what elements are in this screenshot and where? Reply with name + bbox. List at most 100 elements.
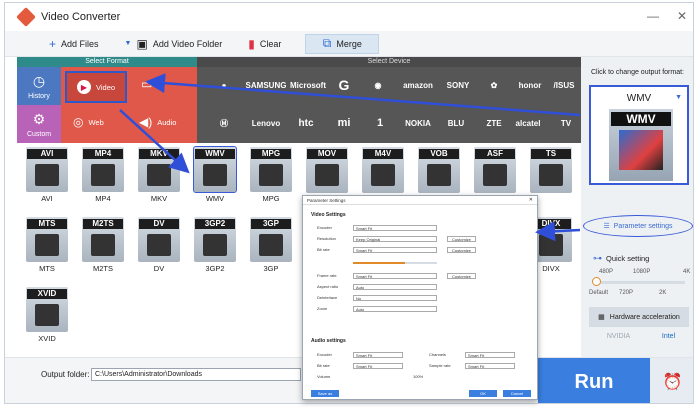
- quality-slider-handle[interactable]: [592, 277, 601, 286]
- dialog-row-samplerate: Sample rate Smart Fit: [429, 362, 533, 369]
- row-key: Sample rate: [429, 363, 451, 368]
- customize-button[interactable]: Customize: [447, 235, 476, 242]
- parameter-settings-dialog: Parameter Settings ✕ Video Settings Enco…: [302, 195, 538, 400]
- film-icon: [203, 164, 227, 186]
- format-ts-badge: TS: [531, 149, 571, 159]
- device-samsung[interactable]: SAMSUNG: [245, 75, 287, 95]
- dialog-row-audio-encoder: Encoder Smart Fit: [317, 351, 427, 358]
- row-select[interactable]: Smart Fit: [353, 362, 403, 369]
- add-files-button[interactable]: + Add Files: [39, 34, 109, 54]
- alarm-clock-icon[interactable]: ⏰: [650, 358, 693, 403]
- dialog-row-volume: Volume 100%: [317, 373, 427, 380]
- format-m2ts[interactable]: M2TS M2TS: [79, 217, 127, 273]
- dialog-close-button[interactable]: ✕: [529, 196, 533, 205]
- custom-tab[interactable]: ⚙ Custom: [17, 105, 61, 143]
- ok-button[interactable]: OK: [469, 390, 497, 397]
- format-mpg-badge: MPG: [251, 149, 291, 159]
- run-button[interactable]: Run: [538, 358, 650, 403]
- video-label: Video: [96, 82, 116, 92]
- row-select[interactable]: Smart Fit: [353, 351, 403, 358]
- format-m4v-badge: M4V: [363, 149, 403, 159]
- device-htc[interactable]: htc: [285, 113, 327, 133]
- device-oneplus[interactable]: 1: [359, 113, 401, 133]
- film-icon: [203, 234, 227, 256]
- film-icon: [259, 234, 283, 256]
- category-audio[interactable]: ◀) Audio: [139, 115, 176, 129]
- format-mpg[interactable]: MPG MPG: [247, 147, 295, 203]
- lg-logo-icon[interactable]: ◉: [357, 75, 399, 95]
- row-key: Deinterlace: [317, 295, 338, 300]
- row-select[interactable]: Auto: [353, 305, 437, 312]
- minimize-button[interactable]: —: [647, 9, 659, 23]
- format-mkv[interactable]: MKV MKV: [135, 147, 183, 203]
- plus-icon: +: [49, 36, 57, 51]
- hardware-acceleration-button[interactable]: ▦ Hardware acceleration: [589, 307, 689, 327]
- format-avi[interactable]: AVI AVI: [23, 147, 71, 203]
- row-select[interactable]: No: [353, 294, 437, 301]
- output-format-thumbnail: WMV: [609, 109, 673, 181]
- motorola-logo-icon[interactable]: Ⓜ: [203, 113, 245, 133]
- film-icon: [35, 304, 59, 326]
- audio-label: Audio: [157, 117, 177, 127]
- dropdown-arrow-icon: ▼: [124, 40, 132, 47]
- row-select[interactable]: Smart Fit: [353, 224, 437, 231]
- device-lenovo[interactable]: Lenovo: [245, 113, 287, 133]
- history-tab[interactable]: ◷ History: [17, 67, 61, 105]
- output-format-badge: WMV: [611, 112, 671, 126]
- quality-slider-track[interactable]: [595, 281, 685, 284]
- row-select[interactable]: Smart Fit: [353, 246, 437, 253]
- row-select[interactable]: Smart Fit: [353, 272, 437, 279]
- category-web[interactable]: ◎ Web: [73, 115, 104, 129]
- output-format-selector[interactable]: WMV ▼ WMV: [589, 85, 689, 185]
- row-select[interactable]: Smart Fit: [465, 351, 515, 358]
- row-select[interactable]: Auto: [353, 283, 437, 290]
- dialog-row-channels: Channels Smart Fit: [429, 351, 533, 358]
- film-icon: [427, 164, 451, 186]
- parameter-settings-button[interactable]: ☰ Parameter settings: [583, 215, 693, 237]
- dialog-row-resolution: Resolution Keep Original Customize: [317, 235, 531, 242]
- quick-setting-icon: ⊶: [593, 253, 602, 263]
- format-mts[interactable]: MTS MTS: [23, 217, 71, 273]
- row-key: Frame rate: [317, 273, 337, 278]
- device-asus[interactable]: /ISUS: [543, 75, 585, 95]
- toolbar: + Add Files ▼ ▣ Add Video Folder ▮ Clear…: [5, 31, 693, 57]
- device-blu[interactable]: BLU: [435, 113, 477, 133]
- clear-button[interactable]: ▮ Clear: [238, 34, 291, 54]
- customize-button[interactable]: Customize: [447, 272, 476, 279]
- quality-slider[interactable]: [353, 262, 437, 264]
- custom-label: Custom: [26, 130, 52, 138]
- format-m2ts-label: M2TS: [92, 264, 113, 273]
- row-key: Zoom: [317, 306, 328, 311]
- cancel-button[interactable]: Cancel: [503, 390, 531, 397]
- row-key: Bit rate: [317, 247, 330, 252]
- device-alcatel[interactable]: alcatel: [507, 113, 549, 133]
- add-folder-button[interactable]: ▼ ▣ Add Video Folder: [115, 34, 233, 54]
- merge-button[interactable]: ⧉ Merge: [305, 33, 380, 54]
- customize-button[interactable]: Customize: [447, 246, 476, 253]
- row-select[interactable]: Smart Fit: [465, 362, 515, 369]
- film-icon: [35, 164, 59, 186]
- device-amazon[interactable]: amazon: [397, 75, 439, 95]
- film-icon: [91, 234, 115, 256]
- format-mp4-label: MP4: [95, 194, 111, 203]
- output-panel: Click to change output format: WMV ▼ WMV…: [581, 57, 693, 357]
- row-key: Channels: [429, 352, 446, 357]
- parameter-settings-label: Parameter settings: [613, 222, 673, 230]
- apple-logo-icon[interactable]: ●: [203, 75, 245, 95]
- category-image[interactable]: ▭: [141, 77, 152, 91]
- category-video[interactable]: ▶ Video: [65, 71, 127, 103]
- row-select[interactable]: Keep Original: [353, 235, 437, 242]
- close-button[interactable]: ✕: [677, 9, 687, 23]
- format-dv[interactable]: DV DV: [135, 217, 183, 273]
- vendor-intel: Intel: [661, 333, 676, 340]
- format-wmv[interactable]: WMV WMV: [191, 146, 239, 203]
- device-nokia[interactable]: NOKIA: [397, 113, 439, 133]
- output-folder-input[interactable]: C:\Users\Administrator\Downloads: [91, 368, 301, 381]
- format-xvid[interactable]: XVID XVID: [23, 287, 71, 343]
- format-mp4[interactable]: MP4 MP4: [79, 147, 127, 203]
- dialog-row-aspect: Aspect ratio Auto: [317, 283, 531, 290]
- dialog-title: Parameter Settings: [307, 198, 346, 203]
- save-as-button[interactable]: Save as: [311, 390, 339, 397]
- format-3gp[interactable]: 3GP 3GP: [247, 217, 295, 273]
- format-3gp2[interactable]: 3GP2 3GP2: [191, 217, 239, 273]
